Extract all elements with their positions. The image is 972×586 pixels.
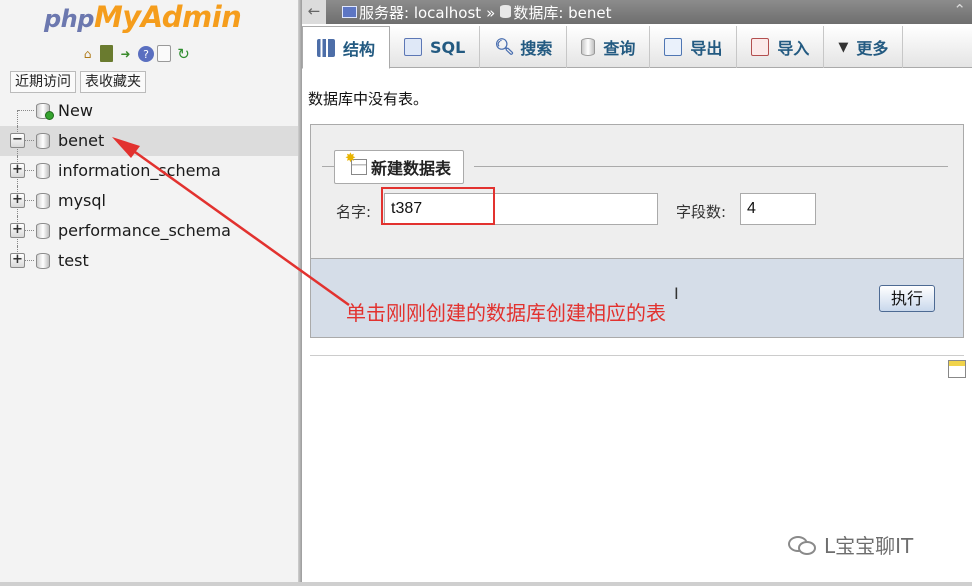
- breadcrumb-separator: »: [486, 3, 496, 22]
- database-tree: New − benet + information_schema + mysql: [0, 96, 298, 276]
- tree-item-performance-schema[interactable]: + performance_schema: [0, 216, 298, 246]
- expand-icon[interactable]: +: [10, 163, 25, 178]
- phpmyadmin-logo[interactable]: phpMyAdmin: [44, 0, 254, 34]
- tree-item-label[interactable]: mysql: [58, 191, 106, 210]
- tree-item-benet[interactable]: − benet: [0, 126, 298, 156]
- breadcrumb: ← 服务器: localhost » 数据库: benet ⌃: [302, 0, 972, 24]
- database-icon: [36, 193, 50, 209]
- wechat-icon: [788, 534, 818, 556]
- tab-export[interactable]: 导出: [650, 26, 738, 68]
- main-menu-tabs: 结构 SQL 🔍︎ 搜索 查询 导出 导入 ▼ 更多: [302, 26, 972, 69]
- expand-icon[interactable]: +: [10, 253, 25, 268]
- watermark: L宝宝聊IT: [788, 530, 913, 559]
- console-icon[interactable]: [948, 360, 966, 378]
- database-icon: [36, 253, 50, 269]
- tree-item-label[interactable]: New: [58, 101, 93, 120]
- tree-item-test[interactable]: + test: [0, 246, 298, 276]
- tab-structure[interactable]: 结构: [302, 26, 391, 69]
- collapse-arrow-icon[interactable]: ⌃: [953, 1, 966, 19]
- expand-icon[interactable]: +: [10, 193, 25, 208]
- tree-item-label[interactable]: information_schema: [58, 161, 221, 180]
- query-icon: [581, 38, 596, 56]
- new-badge-icon: [45, 111, 54, 120]
- column-count-label: 字段数:: [676, 203, 727, 221]
- tree-item-label[interactable]: test: [58, 251, 89, 270]
- structure-icon: [317, 38, 335, 57]
- expand-icon[interactable]: +: [10, 223, 25, 238]
- annotation-highlight-box: [381, 187, 495, 225]
- tree-item-new[interactable]: New: [0, 96, 298, 126]
- annotation-text: 单击刚刚创建的数据库创建相应的表: [346, 301, 666, 325]
- import-icon: [751, 38, 770, 56]
- reload-icon[interactable]: ↻: [174, 44, 193, 63]
- database-icon: [500, 5, 512, 18]
- no-tables-message: 数据库中没有表。: [308, 90, 429, 108]
- tab-more[interactable]: ▼ 更多: [824, 26, 904, 68]
- divider: [310, 355, 964, 356]
- sql-icon: [404, 38, 423, 56]
- favorite-tables-tab[interactable]: 表收藏夹: [80, 71, 146, 93]
- export-icon: [664, 38, 683, 56]
- breadcrumb-server[interactable]: 服务器: localhost: [342, 2, 481, 23]
- home-icon[interactable]: ⌂: [78, 44, 97, 63]
- help-icon[interactable]: ?: [138, 46, 154, 62]
- database-icon: [36, 163, 50, 179]
- tab-query[interactable]: 查询: [567, 26, 651, 68]
- new-table-icon: [345, 151, 367, 175]
- logout-icon[interactable]: ➜: [116, 44, 135, 63]
- documentation-icon[interactable]: [157, 45, 171, 62]
- text-cursor-icon: I: [674, 284, 679, 303]
- nav-resize-handle[interactable]: [298, 0, 302, 582]
- recent-tables-tab[interactable]: 近期访问: [10, 71, 76, 93]
- tab-import[interactable]: 导入: [737, 26, 825, 68]
- navigation-panel: phpMyAdmin ⌂ ➜ ? ↻ 近期访问 表收藏夹 New − benet: [0, 0, 298, 582]
- chevron-down-icon: ▼: [838, 39, 849, 55]
- create-table-legend: 新建数据表: [334, 150, 465, 184]
- server-icon: [342, 6, 357, 18]
- database-icon: [36, 133, 50, 149]
- back-arrow-icon[interactable]: ←: [302, 0, 326, 24]
- database-icon: [36, 223, 50, 239]
- nav-tabs: 近期访问 表收藏夹: [10, 71, 146, 93]
- nav-icon-bar: ⌂ ➜ ? ↻: [78, 44, 193, 66]
- collapse-icon[interactable]: −: [10, 133, 25, 148]
- column-count-input[interactable]: [740, 193, 816, 225]
- tree-item-information-schema[interactable]: + information_schema: [0, 156, 298, 186]
- search-icon: 🔍︎: [494, 37, 515, 56]
- tree-item-label[interactable]: benet: [58, 131, 104, 150]
- tab-search[interactable]: 🔍︎ 搜索: [480, 26, 568, 68]
- tree-item-mysql[interactable]: + mysql: [0, 186, 298, 216]
- tab-sql[interactable]: SQL: [390, 26, 481, 68]
- sql-query-icon[interactable]: [100, 45, 113, 62]
- breadcrumb-database[interactable]: 数据库: benet: [500, 2, 612, 23]
- tree-item-label[interactable]: performance_schema: [58, 221, 231, 240]
- table-name-label: 名字:: [336, 203, 372, 221]
- go-button[interactable]: 执行: [879, 285, 935, 312]
